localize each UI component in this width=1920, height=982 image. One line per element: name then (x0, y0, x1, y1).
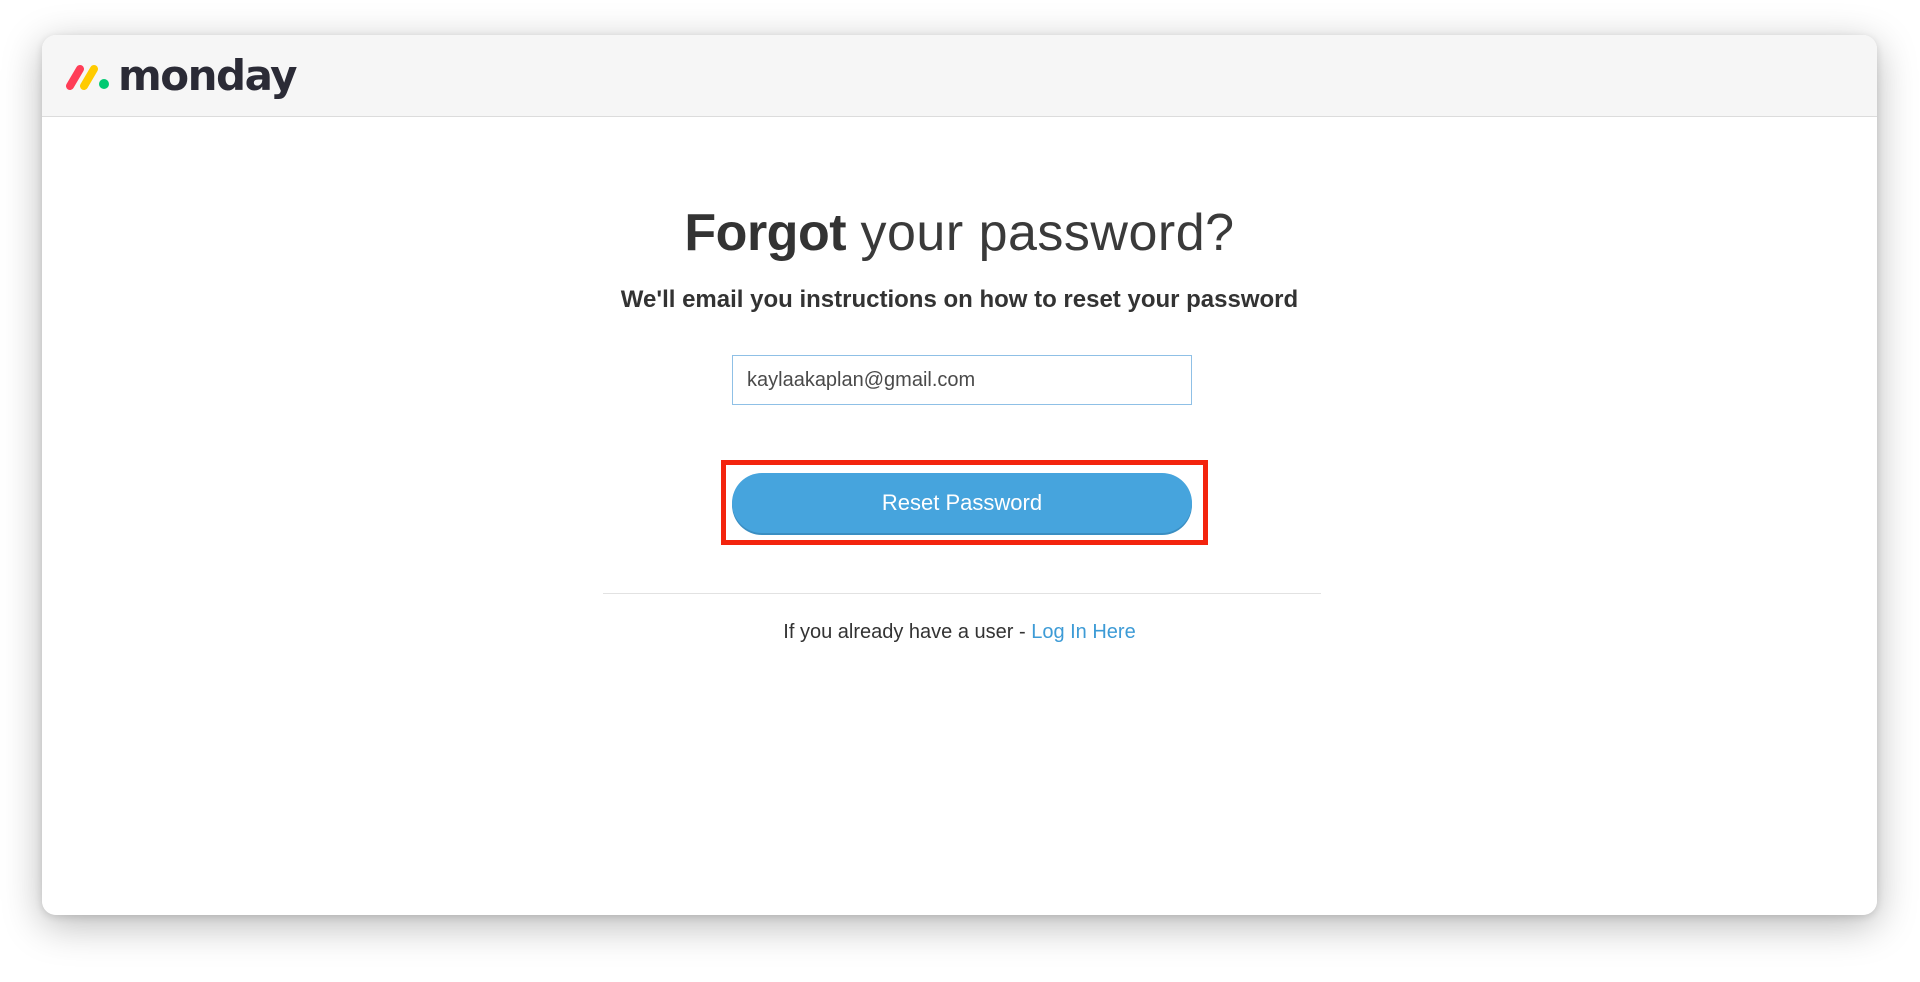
login-prompt: If you already have a user - Log In Here (42, 619, 1877, 645)
login-link[interactable]: Log In Here (1031, 621, 1136, 643)
top-bar: monday (42, 35, 1877, 117)
page-title: Forgot your password? (42, 202, 1877, 264)
reset-password-button[interactable]: Reset Password (732, 473, 1192, 533)
login-prompt-text: If you already have a user - (783, 621, 1026, 643)
email-field[interactable] (732, 355, 1192, 405)
monday-logo-mark-icon (66, 65, 109, 90)
divider (603, 593, 1321, 594)
main-content: Forgot your password? We'll email you in… (42, 117, 1877, 915)
logo-wordmark: monday (118, 51, 298, 100)
monday-logo[interactable]: monday (66, 51, 298, 100)
page-title-light: your password? (860, 204, 1235, 262)
page-subtitle: We'll email you instructions on how to r… (620, 286, 1299, 313)
browser-window: monday Forgot your password? We'll email… (42, 35, 1877, 915)
page-title-bold: Forgot (684, 204, 847, 262)
